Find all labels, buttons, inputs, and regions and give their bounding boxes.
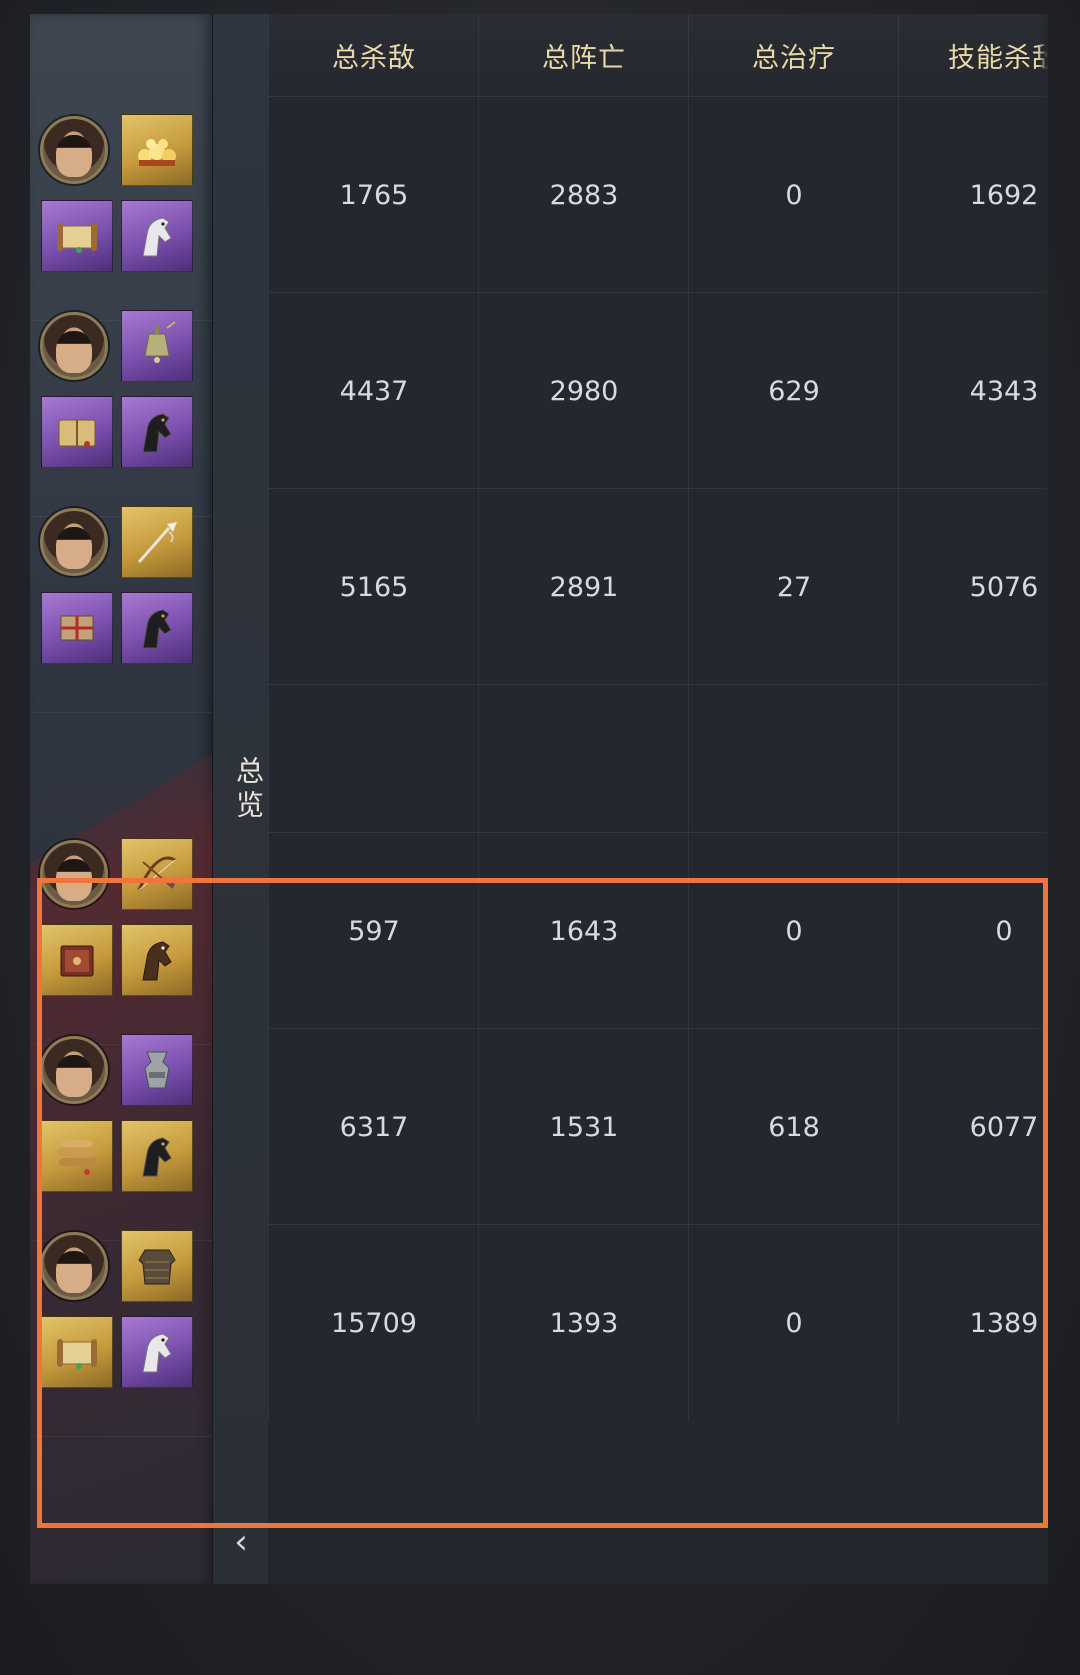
horse-black-icon[interactable] <box>121 396 193 468</box>
stat-cell: 1692 <box>898 97 1048 293</box>
stat-cell: 0 <box>688 833 899 1029</box>
table-row: 5165 2891 27 5076 <box>268 488 1048 685</box>
bow-icon[interactable] <box>121 838 193 910</box>
table-row: 597 1643 0 0 <box>268 832 1048 1029</box>
stat-cell: 1765 <box>268 97 479 293</box>
section-divider-row <box>268 684 1048 831</box>
horse-black-icon[interactable] <box>121 1120 193 1192</box>
general-portrait-icon <box>56 527 92 569</box>
armor-icon[interactable] <box>121 1230 193 1302</box>
stat-cell: 6077 <box>898 1029 1048 1225</box>
general-portrait-icon <box>56 331 92 373</box>
collapse-arrow-icon[interactable]: ‹ <box>221 1522 261 1562</box>
treasure-icon[interactable] <box>121 114 193 186</box>
empty-cell <box>268 685 479 831</box>
table-header: 总杀敌 总阵亡 总治疗 技能杀敌 <box>268 14 1048 96</box>
stat-cell: 4437 <box>268 293 479 489</box>
scroll-icon[interactable] <box>41 200 113 272</box>
general-slot-enemy-2[interactable] <box>30 1030 212 1241</box>
stat-cell: 1393 <box>478 1225 689 1421</box>
stat-cell: 0 <box>688 97 899 293</box>
stat-cell: 4343 <box>898 293 1048 489</box>
scroll-bundle-icon[interactable] <box>41 1120 113 1192</box>
general-avatar[interactable] <box>40 1232 108 1300</box>
spear-icon[interactable] <box>121 506 193 578</box>
general-avatar[interactable] <box>40 1036 108 1104</box>
overview-tab[interactable]: 总览 <box>213 756 269 824</box>
bundle-icon[interactable] <box>41 592 113 664</box>
stat-cell: 5165 <box>268 489 479 685</box>
horse-white-icon[interactable] <box>121 200 193 272</box>
general-portrait-icon <box>56 859 92 901</box>
stat-cell: 629 <box>688 293 899 489</box>
battle-stats-panel: 总览 ‹ 总杀敌 总阵亡 总治疗 技能杀敌 1765 2883 0 1692 4437 2… <box>30 14 1048 1584</box>
stat-cell: 2980 <box>478 293 689 489</box>
table-row: 4437 2980 629 4343 <box>268 292 1048 489</box>
stat-cell: 15709 <box>268 1225 479 1421</box>
stat-cell: 2891 <box>478 489 689 685</box>
column-header-skill-kills[interactable]: 技能杀敌 <box>898 14 1048 96</box>
general-portrait-icon <box>56 1055 92 1097</box>
table-row: 15709 1393 0 1389 <box>268 1224 1048 1421</box>
horse-white-icon[interactable] <box>121 1316 193 1388</box>
empty-cell <box>898 685 1048 831</box>
stat-cell: 618 <box>688 1029 899 1225</box>
general-portrait-icon <box>56 135 92 177</box>
vessel-icon[interactable] <box>121 1034 193 1106</box>
stat-cell: 5076 <box>898 489 1048 685</box>
general-slot-ally-3[interactable] <box>30 502 212 713</box>
general-slot-enemy-1[interactable] <box>30 834 212 1045</box>
stat-cell: 1531 <box>478 1029 689 1225</box>
stat-cell: 1643 <box>478 833 689 1029</box>
table-row: 6317 1531 618 6077 <box>268 1028 1048 1225</box>
general-avatar[interactable] <box>40 508 108 576</box>
book-icon[interactable] <box>41 396 113 468</box>
general-avatar[interactable] <box>40 312 108 380</box>
generals-column <box>30 14 212 1584</box>
stat-cell: 0 <box>898 833 1048 1029</box>
stat-cell: 27 <box>688 489 899 685</box>
stats-table: 总杀敌 总阵亡 总治疗 技能杀敌 1765 2883 0 1692 4437 2980 62… <box>268 14 1048 1584</box>
general-avatar[interactable] <box>40 116 108 184</box>
side-tab-bar: 总览 ‹ <box>212 14 270 1584</box>
stat-cell: 2883 <box>478 97 689 293</box>
table-row: 1765 2883 0 1692 <box>268 96 1048 293</box>
stat-cell: 6317 <box>268 1029 479 1225</box>
stat-cell: 597 <box>268 833 479 1029</box>
column-header-total-healing[interactable]: 总治疗 <box>688 14 899 96</box>
horse-brown-icon[interactable] <box>121 924 193 996</box>
tome-icon[interactable] <box>41 924 113 996</box>
stat-cell: 0 <box>688 1225 899 1421</box>
general-slot-enemy-3[interactable] <box>30 1226 212 1437</box>
general-slot-ally-1[interactable] <box>30 110 212 321</box>
scroll-icon[interactable] <box>41 1316 113 1388</box>
empty-cell <box>478 685 689 831</box>
column-header-total-deaths[interactable]: 总阵亡 <box>478 14 689 96</box>
bell-icon[interactable] <box>121 310 193 382</box>
general-slot-ally-2[interactable] <box>30 306 212 517</box>
column-header-total-kills[interactable]: 总杀敌 <box>268 14 479 96</box>
general-avatar[interactable] <box>40 840 108 908</box>
stat-cell: 1389 <box>898 1225 1048 1421</box>
horse-black-icon[interactable] <box>121 592 193 664</box>
general-portrait-icon <box>56 1251 92 1293</box>
empty-cell <box>688 685 899 831</box>
